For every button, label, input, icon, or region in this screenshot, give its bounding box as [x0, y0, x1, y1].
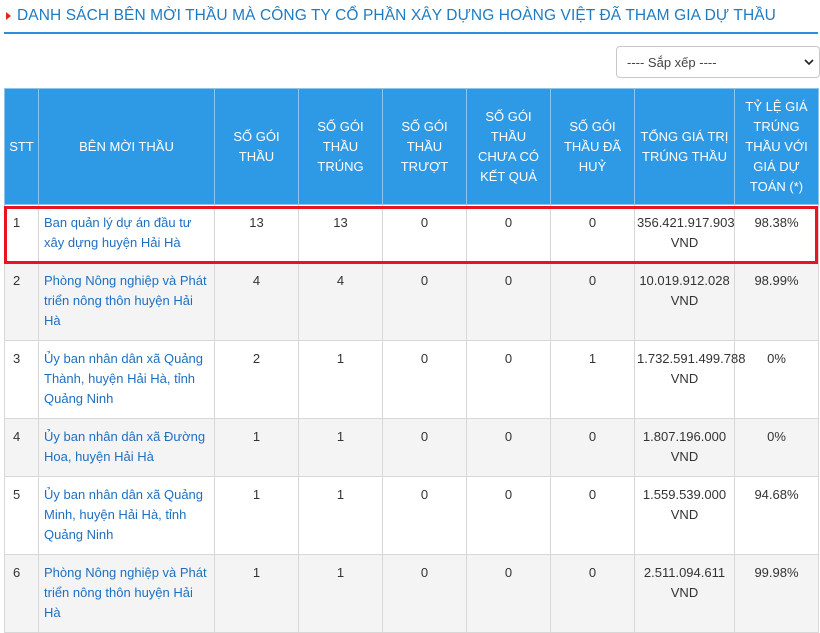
cell-won: 1	[298, 340, 383, 419]
bidder-link[interactable]: Phòng Nông nghiệp và Phát triển nông thô…	[38, 554, 215, 633]
cell-total: 1	[214, 476, 299, 555]
cell-value: 10.019.912.028 VND	[634, 262, 735, 341]
cell-cancelled: 0	[550, 418, 635, 477]
cell-pending: 0	[466, 418, 551, 477]
cell-lost: 0	[382, 554, 467, 633]
bidder-link[interactable]: Ủy ban nhân dân xã Đường Hoa, huyện Hải …	[38, 418, 215, 477]
cell-ratio: 98.99%	[734, 262, 819, 341]
cell-cancelled: 0	[550, 262, 635, 341]
cell-won: 1	[298, 554, 383, 633]
cell-pending: 0	[466, 262, 551, 341]
header-stt[interactable]: STT	[4, 88, 39, 205]
cell-total: 4	[214, 262, 299, 341]
header-won-packages[interactable]: SỐ GÓI THẦU TRÚNG	[298, 88, 383, 205]
bidder-table: STT BÊN MỜI THẦU SỐ GÓI THẦU SỐ GÓI THẦU…	[4, 88, 819, 633]
page-title: DANH SÁCH BÊN MỜI THẦU MÀ CÔNG TY CỔ PHẦ…	[17, 7, 776, 24]
cell-value: 1.559.539.000 VND	[634, 476, 735, 555]
table-row: 2 Phòng Nông nghiệp và Phát triển nông t…	[4, 262, 819, 341]
cell-stt: 3	[4, 340, 39, 419]
cell-cancelled: 0	[550, 554, 635, 633]
cell-cancelled: 1	[550, 340, 635, 419]
cell-value: 356.421.917.903 VND	[634, 204, 735, 263]
chevron-down-icon	[804, 59, 814, 66]
table-row: 3 Ủy ban nhân dân xã Quảng Thành, huyện …	[4, 340, 819, 419]
cell-pending: 0	[466, 340, 551, 419]
cell-value: 1.732.591.499.788 VND	[634, 340, 745, 419]
cell-total: 13	[214, 204, 299, 263]
cell-lost: 0	[382, 418, 467, 477]
bullet-arrow-icon	[6, 12, 11, 20]
cell-lost: 0	[382, 476, 467, 555]
header-total-packages[interactable]: SỐ GÓI THẦU	[214, 88, 299, 205]
section-header: DANH SÁCH BÊN MỜI THẦU MÀ CÔNG TY CỔ PHẦ…	[4, 0, 818, 34]
cell-stt: 6	[4, 554, 39, 633]
header-total-value[interactable]: TỔNG GIÁ TRỊ TRÚNG THẦU	[634, 88, 735, 205]
cell-stt: 5	[4, 476, 39, 555]
cell-total: 2	[214, 340, 299, 419]
cell-ratio: 0%	[734, 418, 819, 477]
cell-ratio: 99.98%	[734, 554, 819, 633]
cell-cancelled: 0	[550, 204, 635, 263]
cell-lost: 0	[382, 204, 467, 263]
cell-pending: 0	[466, 204, 551, 263]
table-row: 4 Ủy ban nhân dân xã Đường Hoa, huyện Hả…	[4, 418, 819, 477]
cell-won: 4	[298, 262, 383, 341]
cell-value: 1.807.196.000 VND	[634, 418, 735, 477]
cell-lost: 0	[382, 262, 467, 341]
cell-total: 1	[214, 418, 299, 477]
header-pending-packages[interactable]: SỐ GÓI THẦU CHƯA CÓ KẾT QUẢ	[466, 88, 551, 205]
cell-ratio: 94.68%	[734, 476, 819, 555]
bidder-link[interactable]: Phòng Nông nghiệp và Phát triển nông thô…	[38, 262, 215, 341]
cell-won: 1	[298, 418, 383, 477]
cell-ratio: 98.38%	[734, 204, 819, 263]
cell-stt: 2	[4, 262, 39, 341]
cell-value: 2.511.094.611 VND	[634, 554, 735, 633]
bidder-link[interactable]: Ủy ban nhân dân xã Quảng Minh, huyện Hải…	[38, 476, 215, 555]
cell-cancelled: 0	[550, 476, 635, 555]
cell-stt: 1	[4, 204, 39, 263]
table-row: 1 Ban quản lý dự án đầu tư xây dựng huyệ…	[4, 204, 819, 263]
header-bidder[interactable]: BÊN MỜI THẦU	[38, 88, 215, 205]
header-lost-packages[interactable]: SỐ GÓI THẦU TRƯỢT	[382, 88, 467, 205]
cell-won: 1	[298, 476, 383, 555]
bidder-link[interactable]: Ủy ban nhân dân xã Quảng Thành, huyện Hả…	[38, 340, 215, 419]
bidder-link[interactable]: Ban quản lý dự án đầu tư xây dựng huyện …	[38, 204, 215, 263]
sort-selected-value: ---- Sắp xếp ----	[627, 54, 717, 70]
table-row: 5 Ủy ban nhân dân xã Quảng Minh, huyện H…	[4, 476, 819, 555]
sort-dropdown[interactable]: ---- Sắp xếp ----	[616, 46, 820, 78]
cell-won: 13	[298, 204, 383, 263]
cell-lost: 0	[382, 340, 467, 419]
cell-pending: 0	[466, 554, 551, 633]
header-cancelled-packages[interactable]: SỐ GÓI THẦU ĐÃ HUỶ	[550, 88, 635, 205]
header-ratio[interactable]: TỶ LỆ GIÁ TRÚNG THẦU VỚI GIÁ DỰ TOÁN (*)	[734, 88, 819, 205]
cell-total: 1	[214, 554, 299, 633]
table-row: 6 Phòng Nông nghiệp và Phát triển nông t…	[4, 554, 819, 633]
cell-pending: 0	[466, 476, 551, 555]
table-header-row: STT BÊN MỜI THẦU SỐ GÓI THẦU SỐ GÓI THẦU…	[4, 88, 819, 205]
cell-stt: 4	[4, 418, 39, 477]
cell-ratio: 0%	[734, 340, 819, 419]
